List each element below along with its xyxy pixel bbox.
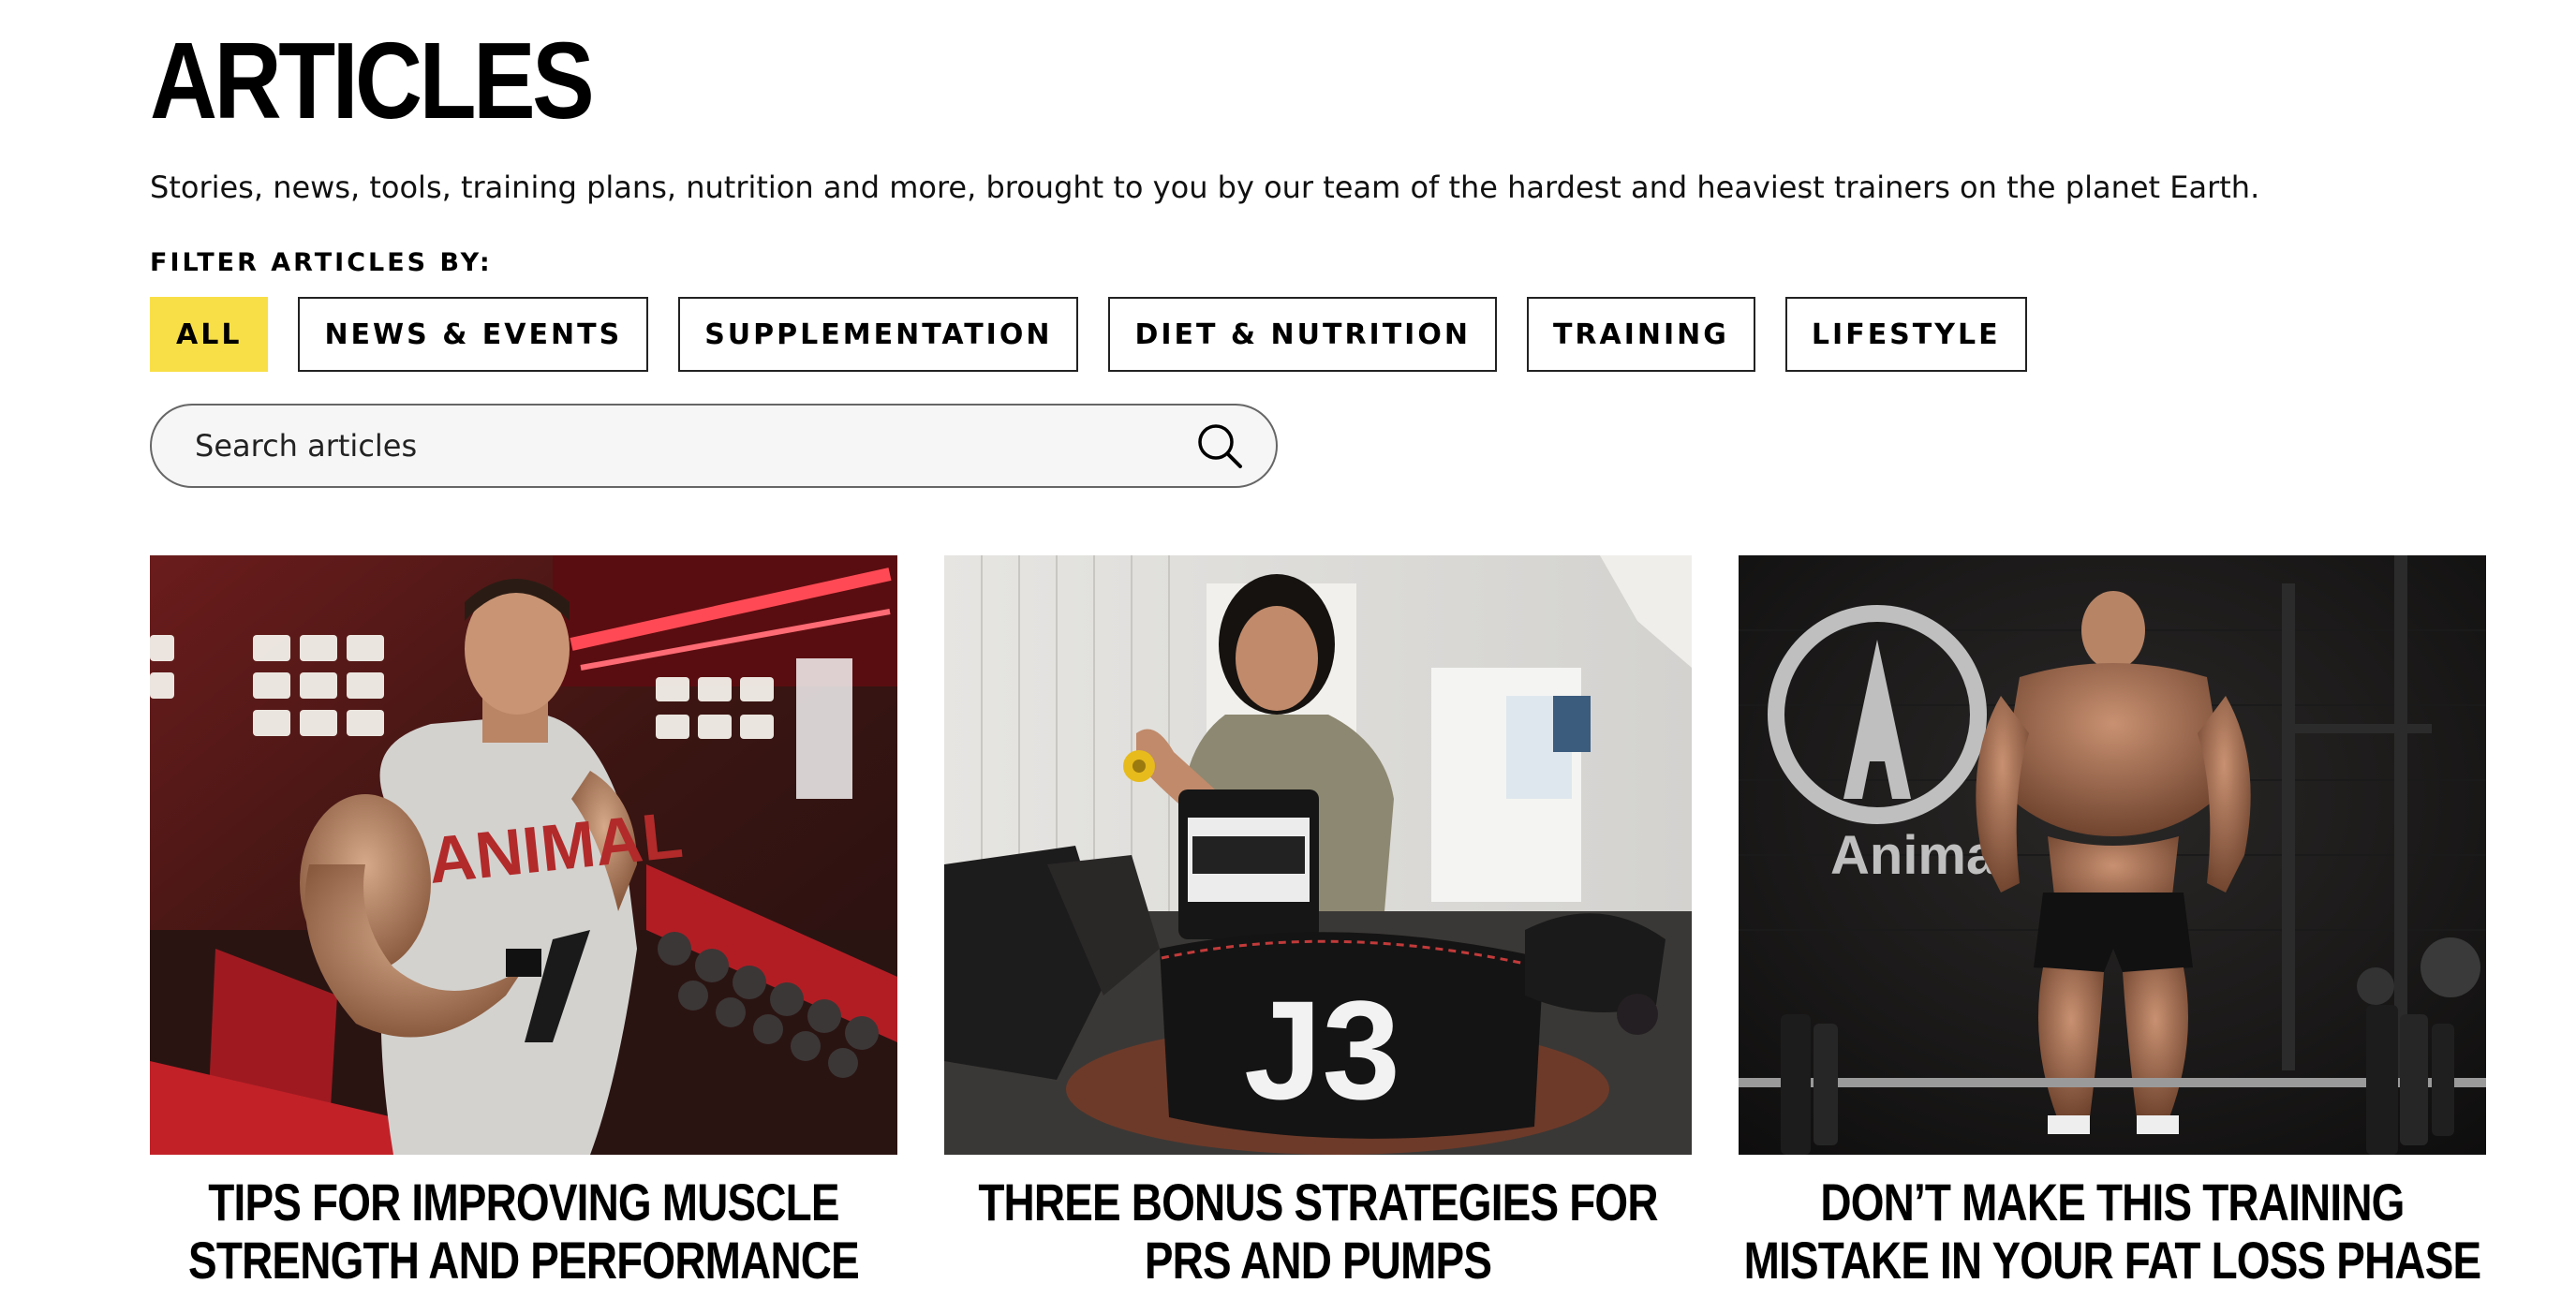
articles-page: ARTICLES Stories, news, tools, training … [150, 0, 2492, 1313]
page-intro: Stories, news, tools, training plans, nu… [150, 170, 2260, 205]
filter-lifestyle-button[interactable]: LIFESTYLE [1784, 297, 2027, 372]
filter-training-button[interactable]: TRAINING [1526, 297, 1755, 372]
filter-label: FILTER ARTICLES BY: [150, 248, 493, 277]
article-grid: ANIMAL TIPS FOR IMPROVING MUSCLE STRENGT… [150, 555, 2488, 1290]
svg-text:J3: J3 [1244, 971, 1400, 1129]
page-title: ARTICLES [150, 20, 595, 141]
article-title[interactable]: DON’T MAKE THIS TRAINING MISTAKE IN YOUR… [1743, 1173, 2482, 1290]
search-icon[interactable] [1192, 418, 1248, 474]
article-title[interactable]: THREE BONUS STRATEGIES FOR PRS AND PUMPS [949, 1173, 1686, 1290]
search-input[interactable] [193, 417, 1192, 475]
article-title[interactable]: TIPS FOR IMPROVING MUSCLE STRENGTH AND P… [155, 1173, 892, 1290]
filter-diet-nutrition-button[interactable]: DIET & NUTRITION [1108, 297, 1497, 372]
filter-bar: ALL NEWS & EVENTS SUPPLEMENTATION DIET &… [150, 297, 2027, 372]
filter-news-events-button[interactable]: NEWS & EVENTS [298, 297, 649, 372]
filter-supplementation-button[interactable]: SUPPLEMENTATION [678, 297, 1079, 372]
search-box [150, 404, 1278, 488]
article-card[interactable]: J3 THREE BONUS STRATEGIES FOR PRS AND PU… [944, 555, 1692, 1290]
article-image-bodybuilder[interactable]: ANIMAL [150, 555, 897, 1155]
filter-all-button[interactable]: ALL [150, 297, 269, 372]
article-card[interactable]: ANIMAL TIPS FOR IMPROVING MUSCLE STRENGT… [150, 555, 897, 1290]
article-image-supplements[interactable]: J3 [944, 555, 1692, 1155]
article-card[interactable]: Animal DON’T MAKE THIS TRAINING MISTAKE … [1739, 555, 2486, 1290]
article-image-barbell[interactable]: Animal [1739, 555, 2486, 1155]
